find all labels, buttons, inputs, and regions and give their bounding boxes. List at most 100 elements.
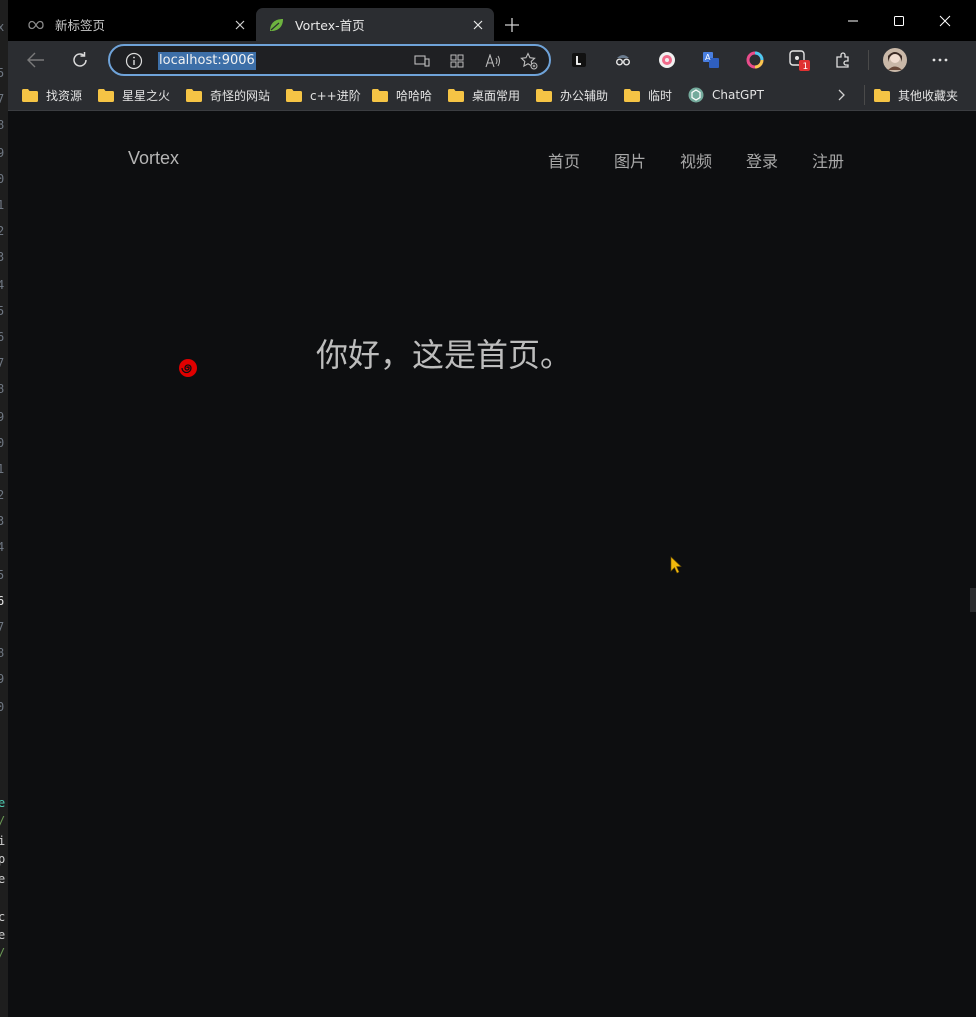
maximize-icon (894, 15, 904, 26)
new-tab-button[interactable] (498, 11, 526, 39)
bookmarks-divider (864, 85, 865, 105)
bookmark-label: c++进阶 (310, 88, 361, 103)
minimize-icon (848, 20, 858, 21)
extensions-puzzle-icon[interactable] (832, 49, 854, 71)
line-number: 0 (0, 436, 5, 450)
line-number: 7 (0, 92, 5, 106)
bookmark-folder[interactable]: 桌面常用 (448, 84, 520, 106)
background-editor-strip: x 5 7 8 9 0 1 2 3 4 5 6 7 8 9 0 1 2 3 4 … (0, 0, 8, 1017)
profile-avatar[interactable] (882, 47, 908, 73)
tab-strip: 新标签页 Vortex-首页 (8, 0, 976, 41)
refresh-button[interactable] (65, 45, 95, 75)
bookmarks-bar: 找资源 星星之火 奇怪的网站 c++进阶 哈哈哈 桌面常用 办公辅助 临时 Ch… (8, 79, 976, 111)
bookmark-label: ChatGPT (712, 88, 764, 102)
close-icon[interactable] (230, 15, 250, 35)
extension-spy-icon[interactable] (612, 49, 634, 71)
other-bookmarks-folder[interactable]: 其他收藏夹 (874, 84, 958, 106)
folder-icon (186, 88, 202, 102)
nav-link-login[interactable]: 登录 (746, 148, 778, 172)
leaf-icon (268, 17, 284, 33)
bookmarks-overflow-button[interactable] (838, 84, 846, 106)
line-number: 0 (0, 172, 5, 186)
folder-icon (286, 88, 302, 102)
site-brand[interactable]: Vortex (128, 148, 179, 169)
line-number: 7 (0, 356, 5, 370)
line-number: 9 (0, 146, 5, 160)
device-icon[interactable] (413, 52, 431, 70)
bookmark-folder[interactable]: c++进阶 (286, 84, 361, 106)
extension-record-icon[interactable] (656, 49, 678, 71)
code-fragment: / (0, 814, 5, 828)
line-number: 5 (0, 66, 5, 80)
apps-icon[interactable] (448, 52, 466, 70)
url-text[interactable]: localhost:9006 (158, 52, 256, 70)
nav-link-videos[interactable]: 视频 (680, 148, 712, 172)
spiral-icon (179, 359, 197, 377)
line-number: 9 (0, 672, 5, 686)
read-aloud-icon[interactable] (484, 52, 502, 70)
nav-link-register[interactable]: 注册 (812, 148, 844, 172)
tab-vortex-home[interactable]: Vortex-首页 (256, 8, 494, 41)
plus-icon (505, 18, 519, 32)
extension-color-ring-icon[interactable] (744, 49, 766, 71)
line-number: 5 (0, 568, 5, 582)
bookmark-folder[interactable]: 临时 (624, 84, 672, 106)
line-number: 9 (0, 410, 5, 424)
folder-icon (624, 88, 640, 102)
bookmark-folder[interactable]: 星星之火 (98, 84, 170, 106)
bookmark-folder[interactable]: 奇怪的网站 (186, 84, 270, 106)
close-icon (939, 15, 951, 26)
line-number: 8 (0, 646, 5, 660)
line-number: 7 (0, 620, 5, 634)
bookmark-label: 办公辅助 (560, 88, 609, 103)
close-window-button[interactable] (922, 0, 968, 41)
scrollbar-thumb[interactable] (970, 588, 976, 612)
address-bar[interactable]: localhost:9006 (108, 44, 551, 76)
info-icon[interactable] (125, 52, 143, 70)
translate-icon[interactable]: A (700, 49, 722, 71)
bookmark-link[interactable]: ChatGPT (688, 84, 764, 106)
code-fragment: p (0, 852, 6, 866)
back-button[interactable] (21, 45, 51, 75)
folder-icon (536, 88, 552, 102)
bookmark-label: 临时 (648, 88, 673, 103)
tab-new-tab-page[interactable]: 新标签页 (16, 8, 256, 41)
nav-link-home[interactable]: 首页 (548, 148, 580, 172)
line-number: 3 (0, 250, 5, 264)
menu-button[interactable] (929, 49, 951, 71)
more-dots-icon (932, 58, 948, 62)
bookmark-label: 其他收藏夹 (898, 88, 959, 103)
minimize-button[interactable] (830, 0, 876, 41)
favorite-star-icon[interactable] (520, 52, 538, 70)
mouse-cursor-icon (670, 556, 682, 574)
bookmark-label: 哈哈哈 (396, 88, 433, 103)
code-fragment: i (0, 834, 6, 848)
folder-icon (98, 88, 114, 102)
code-fragment: e (0, 872, 6, 886)
line-number: 8 (0, 382, 5, 396)
nav-link-images[interactable]: 图片 (614, 148, 646, 172)
tab-title: Vortex-首页 (295, 18, 365, 33)
line-number: x (0, 20, 5, 34)
avatar-icon (883, 48, 907, 72)
extension-notification-icon[interactable]: 1 (788, 49, 810, 71)
hero-heading: 你好，这是首页。 (316, 336, 573, 374)
extension-l-icon[interactable] (568, 49, 590, 71)
line-number: 6 (0, 330, 5, 344)
bookmark-folder[interactable]: 哈哈哈 (372, 84, 432, 106)
arrow-left-icon (27, 52, 44, 68)
line-number: 1 (0, 198, 5, 212)
line-number: 1 (0, 462, 5, 476)
line-number: 4 (0, 278, 5, 292)
maximize-button[interactable] (876, 0, 922, 41)
bookmark-label: 奇怪的网站 (210, 88, 271, 103)
bookmark-folder[interactable]: 找资源 (22, 84, 82, 106)
tab-title: 新标签页 (55, 18, 106, 33)
close-icon[interactable] (468, 15, 488, 35)
folder-icon (372, 88, 388, 102)
folder-icon (22, 88, 38, 102)
browser-toolbar: localhost:9006 A 1 (8, 41, 976, 79)
bookmark-folder[interactable]: 办公辅助 (536, 84, 608, 106)
line-number: 6 (0, 594, 5, 608)
bookmark-label: 星星之火 (122, 88, 171, 103)
